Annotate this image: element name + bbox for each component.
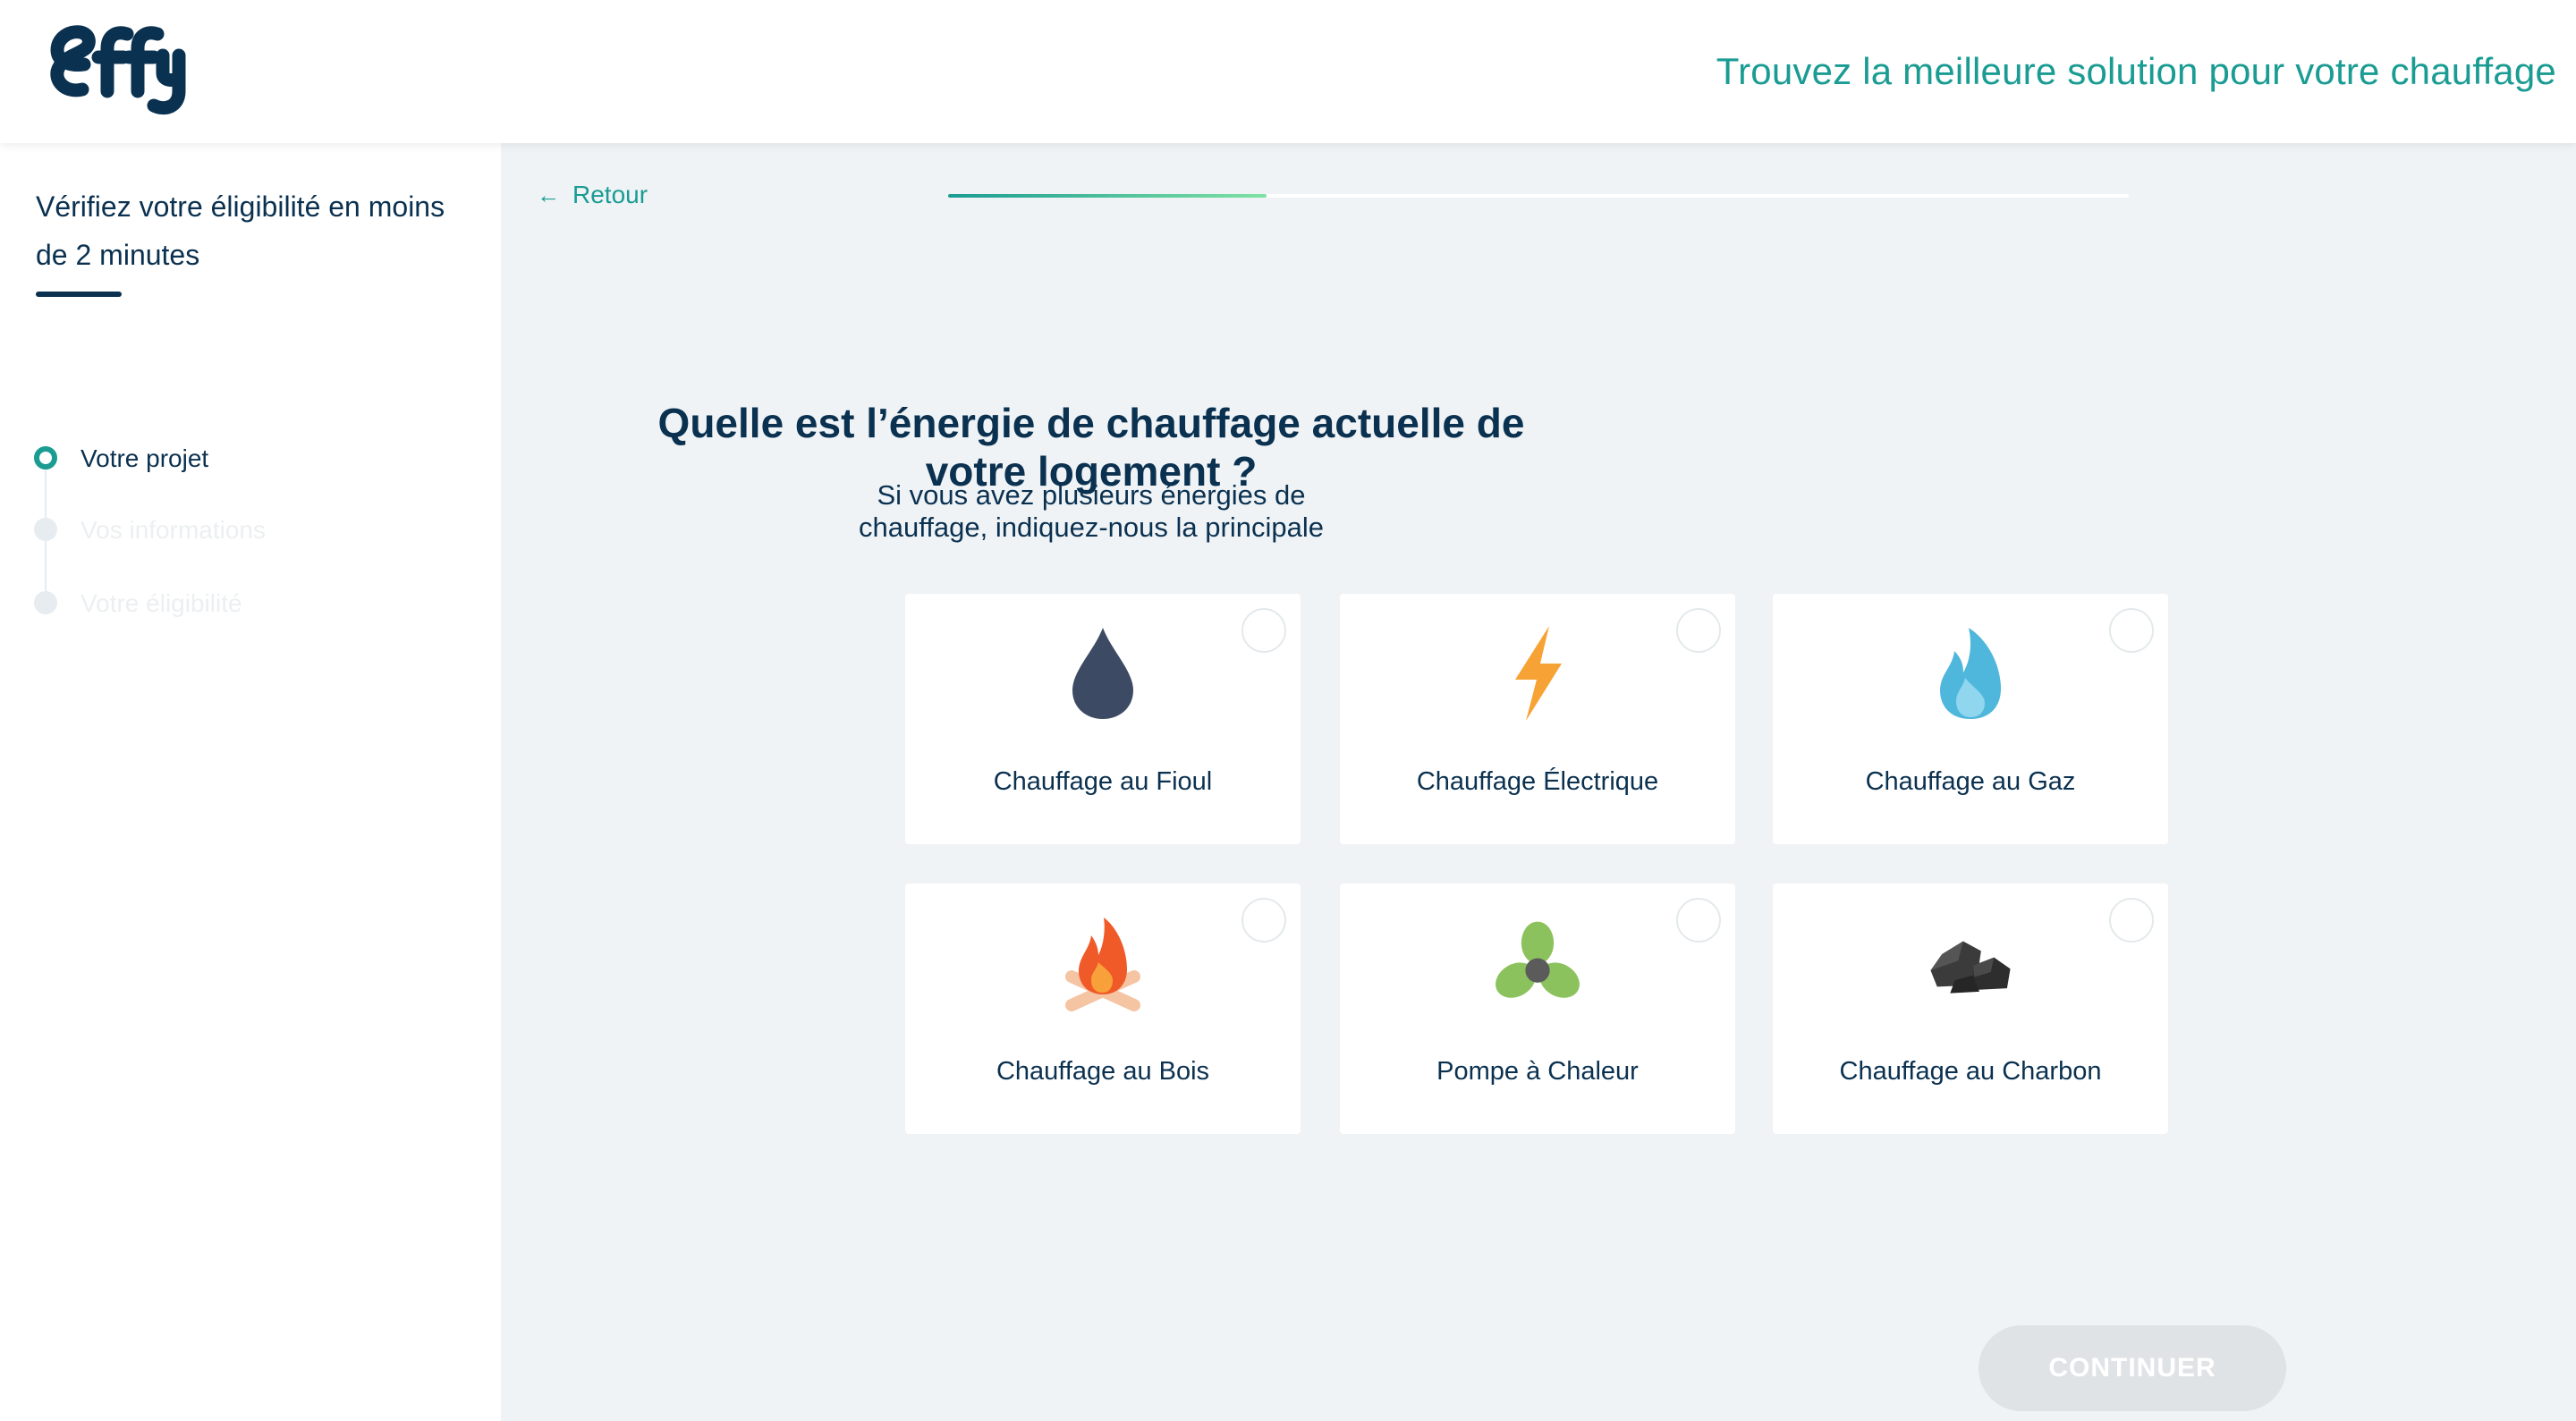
lightning-icon (1493, 624, 1582, 723)
option-card-pompe-a-chaleur[interactable]: Pompe à Chaleur (1340, 884, 1735, 1134)
option-label: Chauffage au Fioul (993, 767, 1213, 796)
arrow-left-icon: ← (537, 181, 560, 208)
wood-fire-icon (1058, 914, 1148, 1012)
step-active-dot-icon (34, 446, 57, 469)
option-label: Chauffage au Charbon (1839, 1057, 2102, 1086)
gas-flame-icon (1926, 624, 2015, 723)
sidebar-title: Vérifiez votre éligibilité en moins de 2… (36, 190, 445, 271)
step-label: Votre éligibilité (80, 589, 242, 617)
option-card-gaz[interactable]: Chauffage au Gaz (1773, 594, 2168, 844)
option-card-bois[interactable]: Chauffage au Bois (905, 884, 1301, 1134)
option-card-charbon[interactable]: Chauffage au Charbon (1773, 884, 2168, 1134)
step-inactive-dot-icon (34, 591, 57, 614)
step-label: Vos informations (80, 516, 266, 544)
continue-button[interactable]: CONTINUER (1979, 1325, 2286, 1411)
question-hint: Si vous avez plusieurs énergies de chauf… (859, 479, 1324, 543)
heat-pump-fan-icon (1493, 914, 1582, 1012)
radio-button[interactable] (1676, 608, 1721, 653)
radio-button[interactable] (2109, 898, 2154, 943)
header: Trouvez la meilleure solution pour votre… (0, 0, 2576, 143)
back-label: Retour (572, 181, 648, 208)
effy-logo[interactable] (45, 21, 197, 120)
sidebar: Vérifiez votre éligibilité en moins de 2… (0, 143, 501, 1421)
sidebar-title-underline (36, 292, 122, 297)
coal-icon (1926, 914, 2015, 1012)
radio-button[interactable] (1241, 898, 1286, 943)
radio-button[interactable] (1241, 608, 1286, 653)
oil-drop-icon (1058, 624, 1148, 723)
progress-fill (948, 194, 1267, 198)
radio-button[interactable] (2109, 608, 2154, 653)
option-card-fioul[interactable]: Chauffage au Fioul (905, 594, 1301, 844)
option-label: Pompe à Chaleur (1436, 1057, 1639, 1086)
header-tagline: Trouvez la meilleure solution pour votre… (1716, 50, 2556, 92)
option-label: Chauffage au Gaz (1865, 767, 2076, 796)
radio-button[interactable] (1676, 898, 1721, 943)
option-label: Chauffage au Bois (996, 1057, 1210, 1086)
step-inactive-dot-icon (34, 518, 57, 541)
option-card-electrique[interactable]: Chauffage Électrique (1340, 594, 1735, 844)
step-label: Votre projet (80, 444, 209, 472)
back-link[interactable]: ← Retour (537, 181, 648, 209)
option-label: Chauffage Électrique (1416, 767, 1659, 796)
progress-bar (948, 194, 2129, 198)
